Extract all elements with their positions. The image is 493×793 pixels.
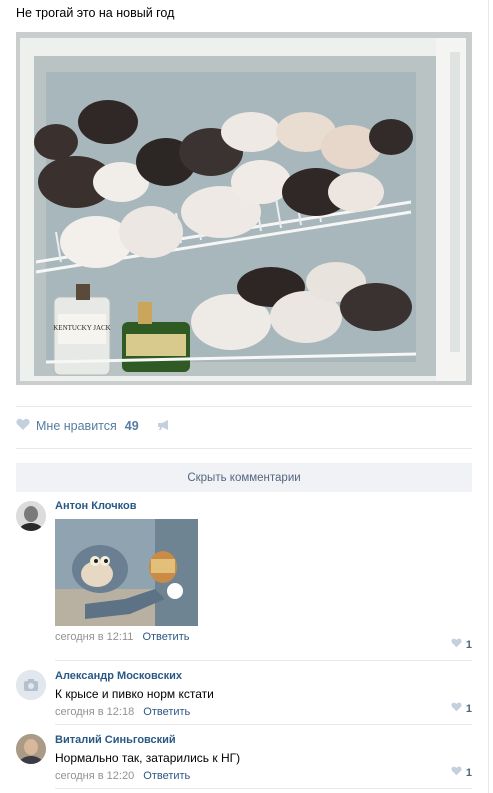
heart-icon [451,766,462,779]
comment-like[interactable]: 1 [451,638,472,651]
comment: Виталий Синьговский Нормально так, затар… [16,734,472,784]
comment-time[interactable]: сегодня в 12:18 [55,706,134,718]
comment: Антон Клочков сегодня в 12:11 Ответить 1 [16,500,472,660]
post-divider-bottom [16,448,472,449]
heart-icon[interactable] [16,418,30,434]
reply-link[interactable]: Ответить [143,770,190,782]
reply-link[interactable]: Ответить [142,631,189,643]
megaphone-icon[interactable] [157,419,171,434]
like-count: 49 [124,419,139,433]
cartoon-cat-mouse-image [55,519,198,626]
post-text: Не трогай это на новый год [16,6,175,20]
comment-image[interactable] [55,519,198,626]
heart-icon [451,638,462,651]
hide-comments-button[interactable]: Скрыть комментарии [16,463,472,492]
comment-author[interactable]: Виталий Синьговский [55,734,472,746]
comment: Александр Московских К крысе и пивко нор… [16,670,472,720]
comment-like-count: 1 [465,638,472,651]
comment-separator [55,788,472,789]
camera-icon [16,670,46,700]
reply-link[interactable]: Ответить [143,706,190,718]
comment-like[interactable]: 1 [451,702,472,715]
comment-time[interactable]: сегодня в 12:20 [55,770,134,782]
fridge-rats-illustration: KENTUCKY JACK [16,32,472,385]
post-photo[interactable]: KENTUCKY JACK [16,32,472,385]
comment-like[interactable]: 1 [451,766,472,779]
comment-separator [55,660,472,661]
comment-time[interactable]: сегодня в 12:11 [55,631,133,643]
avatar[interactable] [16,501,46,531]
bottle-label-text: KENTUCKY JACK [53,324,111,332]
avatar[interactable] [16,734,46,764]
comment-like-count: 1 [465,766,472,779]
post-divider-top [16,406,472,407]
comment-author[interactable]: Александр Московских [55,670,472,682]
right-border [488,0,489,793]
like-bar: Мне нравится 49 [16,418,171,434]
comment-like-count: 1 [465,702,472,715]
heart-icon [451,702,462,715]
comment-text: К крысе и пивко норм кстати [55,687,214,701]
comment-text: Нормально так, затарились к НГ) [55,751,241,765]
comment-author[interactable]: Антон Клочков [55,500,472,512]
like-label[interactable]: Мне нравится [36,419,117,433]
comment-separator [55,724,472,725]
avatar[interactable] [16,670,46,700]
